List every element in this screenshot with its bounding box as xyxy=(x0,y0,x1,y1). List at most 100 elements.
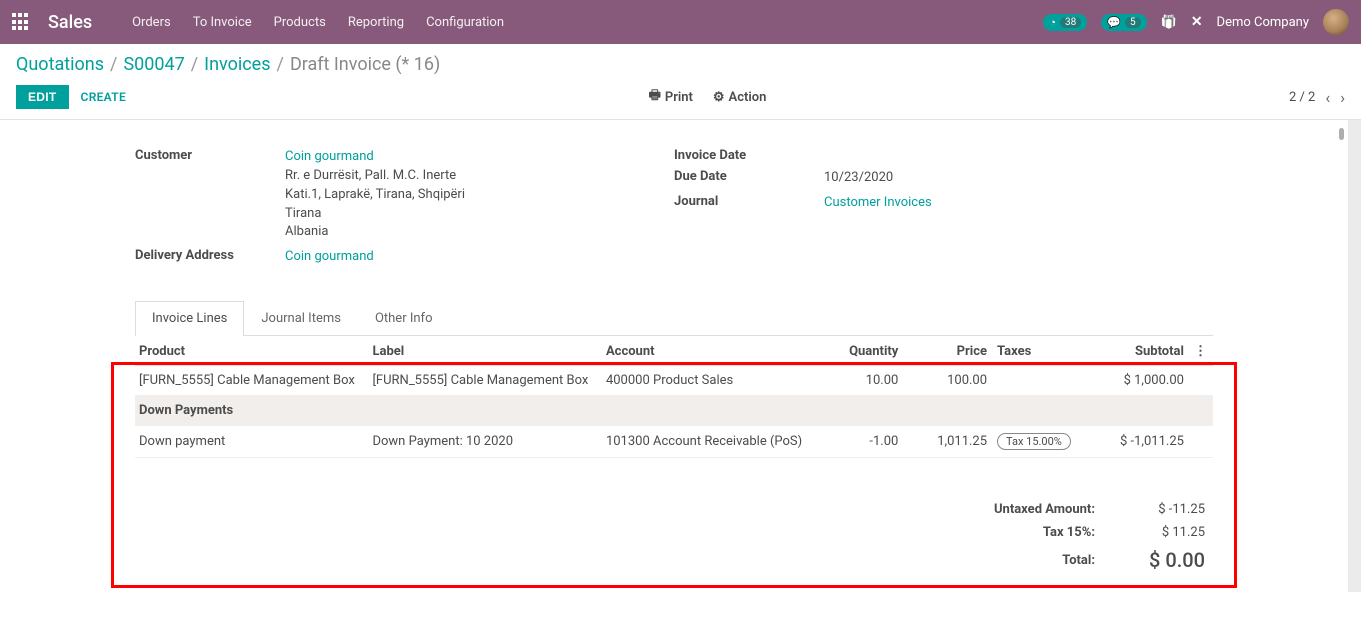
th-menu-icon[interactable]: ⋮ xyxy=(1190,336,1213,366)
totals: Untaxed Amount: $ -11.25 Tax 15%: $ 11.2… xyxy=(135,498,1213,576)
customer-label: Customer xyxy=(135,148,285,242)
th-account[interactable]: Account xyxy=(602,336,816,366)
cell-subtotal: $ -1,011.25 xyxy=(1092,426,1190,458)
breadcrumb: Quotations / S00047 / Invoices / Draft I… xyxy=(16,54,1345,75)
th-taxes[interactable]: Taxes xyxy=(993,336,1091,366)
th-quantity[interactable]: Quantity xyxy=(816,336,905,366)
cell-account: 400000 Product Sales xyxy=(602,366,816,396)
bc-sep: / xyxy=(110,54,117,75)
pager-next-icon[interactable] xyxy=(1340,88,1345,107)
section-label: Down Payments xyxy=(135,396,1213,426)
delivery-label: Delivery Address xyxy=(135,248,285,267)
row-spacer xyxy=(1190,426,1213,458)
addr-line: Kati.1, Laprakë, Tirana, Shqipëri xyxy=(285,187,465,202)
row-spacer xyxy=(1190,366,1213,396)
chat-pill[interactable]: 5 xyxy=(1101,14,1146,31)
cell-subtotal: $ 1,000.00 xyxy=(1092,366,1190,396)
journal-link[interactable]: Customer Invoices xyxy=(824,195,932,210)
cell-label: [FURN_5555] Cable Management Box xyxy=(368,366,601,396)
duedate-label: Due Date xyxy=(674,169,824,188)
app-brand[interactable]: Sales xyxy=(48,12,92,33)
bc-order[interactable]: S00047 xyxy=(123,54,184,75)
cell-quantity: -1.00 xyxy=(816,426,905,458)
invdate-value xyxy=(824,148,1213,163)
cell-tax xyxy=(993,366,1091,396)
tax-chip: Tax 15.00% xyxy=(997,433,1071,450)
duedate-value: 10/23/2020 xyxy=(824,169,1213,188)
cell-account: 101300 Account Receivable (PoS) xyxy=(602,426,816,458)
table-row[interactable]: Down paymentDown Payment: 10 2020101300 … xyxy=(135,426,1213,458)
th-label[interactable]: Label xyxy=(368,336,601,366)
scrollbar-thumb[interactable] xyxy=(1339,128,1344,140)
bc-invoices[interactable]: Invoices xyxy=(204,54,270,75)
table-wrap: Product Label Account Quantity Price Tax… xyxy=(135,336,1213,576)
nav-to-invoice[interactable]: To Invoice xyxy=(193,15,252,30)
pager-prev-icon[interactable] xyxy=(1325,88,1330,107)
apps-icon[interactable] xyxy=(12,13,30,31)
th-subtotal[interactable]: Subtotal xyxy=(1092,336,1190,366)
th-product[interactable]: Product xyxy=(135,336,368,366)
company-name[interactable]: Demo Company xyxy=(1217,15,1309,30)
nav-products[interactable]: Products xyxy=(274,15,326,30)
print-icon xyxy=(649,86,661,108)
sheet-wrap: Customer Coin gourmand Rr. e Durrësit, P… xyxy=(0,120,1361,592)
center-buttons: Print Action xyxy=(649,86,767,108)
pager-text: 2 / 2 xyxy=(1289,90,1315,105)
action-button[interactable]: Action xyxy=(713,86,766,108)
button-row: EDIT CREATE Print Action 2 / 2 xyxy=(0,75,1361,120)
cell-product: Down payment xyxy=(135,426,368,458)
chat-icon xyxy=(1107,16,1121,29)
timer-pill[interactable]: 38 xyxy=(1043,14,1087,31)
chat-badge: 5 xyxy=(1125,17,1141,28)
pager: 2 / 2 xyxy=(1289,88,1345,107)
tools-icon[interactable] xyxy=(1191,14,1203,30)
action-label: Action xyxy=(729,90,767,105)
form-left: Customer Coin gourmand Rr. e Durrësit, P… xyxy=(135,148,674,273)
cell-quantity: 10.00 xyxy=(816,366,905,396)
customer-link[interactable]: Coin gourmand xyxy=(285,149,374,164)
tab-invoice-lines[interactable]: Invoice Lines xyxy=(135,301,244,336)
timer-badge: 38 xyxy=(1060,17,1081,28)
print-button[interactable]: Print xyxy=(649,86,693,108)
nav-configuration[interactable]: Configuration xyxy=(426,15,504,30)
create-button[interactable]: CREATE xyxy=(81,90,126,104)
total-value: $ 0.00 xyxy=(1115,548,1205,572)
cell-product: [FURN_5555] Cable Management Box xyxy=(135,366,368,396)
invoice-lines-table: Product Label Account Quantity Price Tax… xyxy=(135,336,1213,458)
untaxed-value: $ -11.25 xyxy=(1115,502,1205,517)
cell-tax: Tax 15.00% xyxy=(993,426,1091,458)
tab-other-info[interactable]: Other Info xyxy=(358,301,450,335)
form-sheet: Customer Coin gourmand Rr. e Durrësit, P… xyxy=(111,120,1237,592)
nav-right: 38 5 Demo Company xyxy=(1043,9,1349,35)
tab-journal-items[interactable]: Journal Items xyxy=(244,301,358,335)
table-row[interactable]: [FURN_5555] Cable Management Box[FURN_55… xyxy=(135,366,1213,396)
cell-price: 1,011.25 xyxy=(904,426,993,458)
th-price[interactable]: Price xyxy=(904,336,993,366)
top-navbar: Sales Orders To Invoice Products Reporti… xyxy=(0,0,1361,44)
nav-reporting[interactable]: Reporting xyxy=(348,15,404,30)
control-bar: Quotations / S00047 / Invoices / Draft I… xyxy=(0,44,1361,75)
edit-button[interactable]: EDIT xyxy=(16,85,69,109)
form-right: Invoice Date Due Date 10/23/2020 Journal… xyxy=(674,148,1213,273)
form-columns: Customer Coin gourmand Rr. e Durrësit, P… xyxy=(111,148,1237,273)
cell-price: 100.00 xyxy=(904,366,993,396)
print-label: Print xyxy=(665,90,693,105)
tabs: Invoice Lines Journal Items Other Info xyxy=(135,301,1213,336)
clock-icon xyxy=(1049,16,1056,29)
delivery-link[interactable]: Coin gourmand xyxy=(285,249,374,264)
table-row[interactable]: Down Payments xyxy=(135,396,1213,426)
untaxed-label: Untaxed Amount: xyxy=(994,502,1095,517)
nav-orders[interactable]: Orders xyxy=(132,15,171,30)
invdate-label: Invoice Date xyxy=(674,148,824,163)
bc-current: Draft Invoice (* 16) xyxy=(290,54,440,75)
addr-line: Rr. e Durrësit, Pall. M.C. Inerte xyxy=(285,168,456,183)
nav-links: Orders To Invoice Products Reporting Con… xyxy=(132,15,504,30)
bc-quotations[interactable]: Quotations xyxy=(16,54,104,75)
tax-value: $ 11.25 xyxy=(1115,525,1205,540)
avatar[interactable] xyxy=(1323,9,1349,35)
addr-line: Tirana xyxy=(285,206,321,221)
journal-label: Journal xyxy=(674,194,824,213)
bc-sep: / xyxy=(277,54,284,75)
gift-icon[interactable] xyxy=(1161,14,1177,30)
tax-label: Tax 15%: xyxy=(1043,525,1095,540)
